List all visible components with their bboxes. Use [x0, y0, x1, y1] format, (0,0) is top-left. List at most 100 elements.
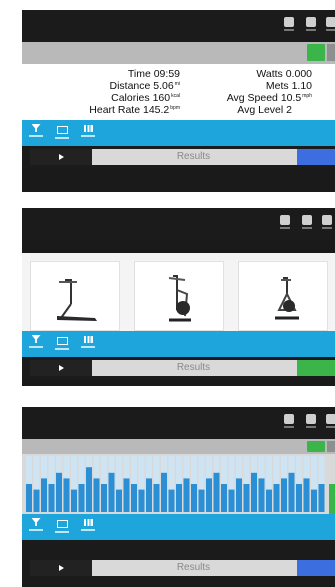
profile-icon [83, 336, 93, 343]
tab-equipment[interactable] [54, 334, 70, 359]
stat-label: Watts [256, 68, 283, 80]
elliptical-card[interactable] [134, 261, 224, 331]
stat-distance: Distance 5.06mi [22, 80, 181, 92]
settings-icon[interactable] [326, 17, 335, 31]
level-bar [243, 484, 250, 512]
equipment-icon [56, 337, 68, 345]
volume-icon[interactable] [306, 414, 316, 428]
next-button[interactable] [297, 360, 335, 376]
tab-profile[interactable] [80, 334, 96, 354]
stat-value: 2 [286, 104, 292, 116]
stat-value: 145.2 [142, 104, 170, 116]
stat-value: 5.06 [153, 80, 174, 92]
level-bar [116, 489, 122, 512]
results-bar: Results [30, 560, 335, 576]
tab-equipment[interactable] [54, 517, 70, 537]
tab-profile[interactable] [80, 123, 96, 143]
settings-icon[interactable] [322, 215, 332, 229]
header-strip [22, 42, 335, 64]
level-bar [251, 472, 257, 512]
stat-label: Mets [265, 80, 289, 92]
results-label: Results [176, 362, 211, 373]
user-icon[interactable] [280, 215, 290, 229]
next-button[interactable] [297, 149, 335, 165]
side-button[interactable] [327, 44, 335, 61]
stat-calories: Calories 160kcal [22, 92, 180, 104]
trophy-icon [31, 335, 41, 343]
side-button[interactable] [327, 441, 335, 452]
level-bar [318, 484, 325, 512]
level-bar [281, 478, 287, 512]
level-bar [183, 478, 190, 512]
level-bar [131, 484, 137, 512]
level-bar [258, 478, 265, 512]
tab-summary[interactable] [28, 334, 44, 354]
top-bar [22, 407, 335, 439]
elliptical-icon [168, 275, 191, 322]
stat-value: 09:59 [153, 68, 180, 80]
play-icon [59, 154, 64, 160]
results-bar: Results [30, 149, 335, 165]
stat-unit: bpm [170, 104, 180, 111]
level-bar [33, 489, 40, 512]
results-bar-container: Results [22, 146, 335, 168]
equipment-icon [56, 520, 68, 528]
volume-icon[interactable] [306, 17, 316, 31]
level-profile-chart [26, 456, 325, 512]
header-strip [22, 439, 335, 454]
level-bar [206, 478, 212, 512]
level-bar [26, 484, 32, 512]
equipment-icon [56, 126, 68, 134]
play-icon [59, 365, 64, 371]
level-bar [168, 489, 175, 512]
user-icon[interactable] [284, 414, 294, 428]
go-button[interactable] [307, 44, 325, 61]
stat-time: Time 09:59 [22, 68, 180, 80]
profile-icon [83, 125, 93, 132]
stat-value: 1.10 [291, 80, 312, 92]
stat-label: Heart Rate [89, 104, 141, 116]
level-bar [303, 478, 310, 512]
stat-heart-rate: Heart Rate 145.2bpm [22, 104, 180, 116]
trophy-icon [31, 124, 41, 132]
treadmill-icon [57, 279, 97, 321]
play-icon [59, 565, 64, 571]
stat-avg-level: Avg Level 2 [208, 104, 292, 116]
results-bar: Results [30, 360, 335, 376]
stat-label: Avg Level [237, 104, 284, 116]
stat-value: 0.000 [285, 68, 312, 80]
results-label: Results [176, 151, 211, 162]
level-bar [101, 484, 107, 512]
level-bar [273, 484, 280, 512]
profile-icon [83, 519, 93, 526]
tab-summary[interactable] [28, 123, 44, 148]
equipment-panel [22, 253, 335, 331]
results-bar-container: Results [22, 357, 335, 379]
tab-profile[interactable] [80, 517, 96, 537]
settings-icon[interactable] [326, 414, 335, 428]
tab-bar [22, 514, 335, 542]
current-segment-marker [329, 484, 335, 514]
treadmill-card[interactable] [30, 261, 120, 331]
go-button[interactable] [307, 441, 325, 452]
level-bar [153, 484, 160, 512]
stat-value: 10.5 [280, 92, 302, 104]
top-bar [22, 208, 335, 240]
results-label: Results [176, 562, 211, 573]
volume-icon[interactable] [302, 215, 312, 229]
play-button[interactable] [30, 149, 92, 165]
next-button[interactable] [297, 560, 335, 576]
tab-summary[interactable] [28, 517, 44, 542]
level-bar [86, 467, 92, 512]
level-bar [288, 472, 295, 512]
bike-card[interactable] [238, 261, 328, 331]
user-icon[interactable] [284, 17, 294, 31]
level-bar [63, 478, 70, 512]
level-bar [296, 484, 302, 512]
play-button[interactable] [30, 360, 92, 376]
play-button[interactable] [30, 560, 92, 576]
tab-equipment[interactable] [54, 123, 70, 143]
level-bar [213, 472, 220, 512]
stats-panel: Time 09:59 Distance 5.06mi Calories 160k… [22, 64, 335, 120]
level-bar [78, 484, 85, 512]
